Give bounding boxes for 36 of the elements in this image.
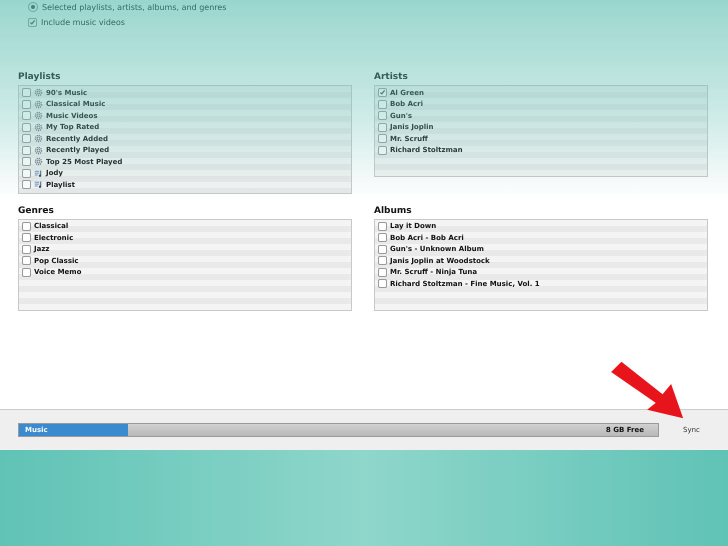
- checkbox[interactable]: [22, 268, 31, 277]
- playlist-icon: [34, 180, 43, 190]
- playlist-icon: [34, 168, 43, 178]
- option-label: Include music videos: [41, 18, 125, 27]
- checkbox[interactable]: [378, 233, 387, 242]
- checkbox[interactable]: [378, 100, 387, 109]
- checkbox[interactable]: [22, 233, 31, 242]
- checkbox[interactable]: [378, 146, 387, 155]
- checkbox[interactable]: [378, 268, 387, 277]
- checkbox[interactable]: [22, 180, 31, 190]
- checkbox[interactable]: [22, 244, 31, 254]
- section-heading: Genres: [18, 206, 55, 216]
- checkbox[interactable]: [378, 111, 387, 120]
- checkbox[interactable]: [378, 256, 387, 266]
- checkbox[interactable]: [22, 256, 31, 266]
- section-heading: Albums: [374, 206, 413, 216]
- checkbox[interactable]: [28, 18, 37, 27]
- radio-button[interactable]: [28, 2, 38, 12]
- checkbox[interactable]: [22, 134, 31, 144]
- checkbox[interactable]: [378, 244, 387, 254]
- checkbox[interactable]: [22, 146, 31, 155]
- section-heading: Playlists: [18, 72, 62, 82]
- checkbox[interactable]: [22, 88, 31, 98]
- checkbox[interactable]: [22, 122, 31, 132]
- checkbox[interactable]: [22, 100, 31, 109]
- section-heading: Artists: [374, 72, 409, 82]
- checkbox[interactable]: [378, 122, 387, 132]
- checkbox[interactable]: [378, 279, 387, 288]
- checkbox[interactable]: [378, 134, 387, 144]
- checkbox[interactable]: [22, 111, 31, 120]
- option-label: Selected playlists, artists, albums, and genres: [42, 2, 226, 12]
- checkbox[interactable]: [378, 222, 387, 231]
- checkbox[interactable]: [22, 168, 31, 178]
- checkbox[interactable]: [378, 88, 387, 98]
- checkbox[interactable]: [22, 222, 31, 231]
- checkbox[interactable]: [22, 157, 31, 166]
